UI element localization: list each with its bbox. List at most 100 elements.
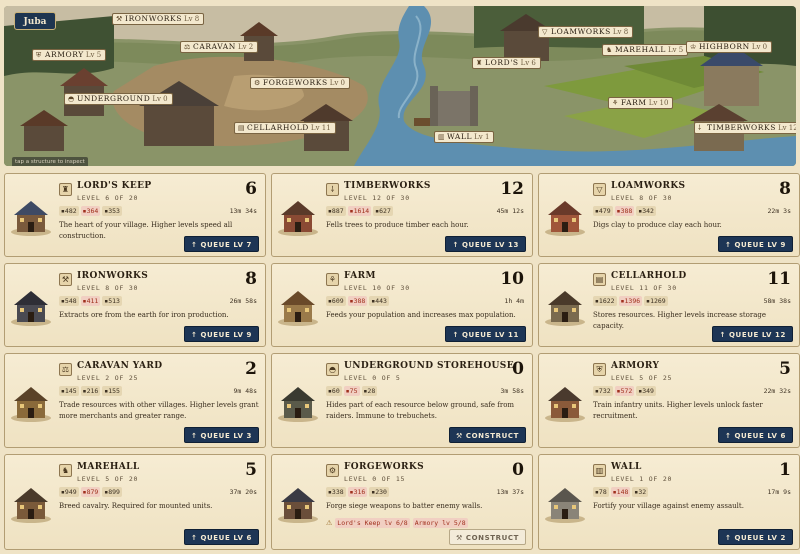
building-level-number: 6: [245, 179, 257, 199]
queue-upgrade-button[interactable]: ↑ QUEUE LV 13: [445, 236, 526, 252]
building-level-number: 0: [512, 359, 524, 379]
construct-button[interactable]: ⚒ CONSTRUCT: [448, 427, 526, 443]
building-level-number: 1: [779, 460, 791, 480]
map-label-level: Lv 8: [612, 28, 629, 36]
building-level-text: LEVEL 11 OF 30: [611, 284, 677, 292]
map-label-underground[interactable]: ◓ UNDERGROUND Lv 0: [64, 93, 173, 105]
building-level-number: 0: [512, 460, 524, 480]
queue-upgrade-button[interactable]: ↑ QUEUE LV 11: [445, 326, 526, 342]
map-label-level: Lv 5: [667, 46, 684, 54]
building-card-lords-keep[interactable]: ♜ LORD'S KEEP LEVEL 6 OF 20 6 ▪482 ▪364 ▪3…: [4, 173, 266, 257]
queue-upgrade-button[interactable]: ↑ QUEUE LV 2: [717, 529, 793, 545]
building-name: FORGEWORKS: [344, 462, 425, 472]
construct-button[interactable]: ⚒ CONSTRUCT: [448, 529, 526, 545]
queue-upgrade-button[interactable]: ↑ QUEUE LV 9: [183, 326, 259, 342]
building-level-text: LEVEL 12 OF 30: [344, 194, 410, 202]
building-card-underground-storehouse[interactable]: ◓ UNDERGROUND STOREHOUSE LEVEL 0 OF 5 0 …: [271, 353, 533, 448]
requirements: ⚠ Lord's Keep lv 6/8 Armory lv 5/8: [326, 518, 468, 528]
map-label-forgeworks[interactable]: ⚙ FORGEWORKS Lv 0: [250, 77, 351, 89]
cave-icon: ◓: [68, 95, 75, 103]
map-label-name: FORGEWORKS: [263, 78, 328, 87]
building-card-forgeworks[interactable]: ⚙ FORGEWORKS LEVEL 0 OF 15 0 ▪338 ▪316 ▪23…: [271, 454, 533, 550]
map-label-highborn[interactable]: ♔ HIGHBORN Lv 0: [686, 41, 773, 53]
queue-upgrade-button[interactable]: ↑ QUEUE LV 3: [183, 427, 259, 443]
building-level-text: LEVEL 0 OF 5: [344, 374, 401, 382]
map-label-cellarhold[interactable]: ▤ CELLARHOLD Lv 11: [234, 122, 336, 134]
upgrade-time: 17m 9s: [767, 488, 791, 496]
map-label-timberworks[interactable]: ⸸ TIMBERWORKS Lv 12: [694, 122, 796, 134]
village-name-badge[interactable]: Juba: [14, 12, 56, 30]
queue-upgrade-button[interactable]: ↑ QUEUE LV 6: [183, 529, 259, 545]
building-description: Trade resources with other villages. Hig…: [59, 401, 259, 420]
map-label-loamworks[interactable]: ▽ LOAMWORKS Lv 8: [538, 26, 634, 38]
building-illustration: [278, 387, 318, 422]
resource-cost: ▪349: [636, 386, 656, 396]
resource-cost: ▪28: [361, 386, 378, 396]
map-label-wall[interactable]: ▥ WALL Lv 1: [434, 131, 495, 143]
map-label-farm[interactable]: ⚘ FARM Lv 10: [608, 97, 674, 109]
building-card-ironworks[interactable]: ⚒ IRONWORKS LEVEL 8 OF 30 8 ▪548 ▪411 ▪513…: [4, 263, 266, 347]
map-label-lords[interactable]: ♜ LORD'S Lv 6: [472, 57, 541, 69]
resource-cost: ▪1622: [593, 296, 617, 306]
building-name: MAREHALL: [77, 462, 140, 472]
resource-cost: ▪148: [610, 487, 631, 497]
building-description: Hides part of each resource below ground…: [326, 401, 515, 420]
map-label-name: TIMBERWORKS: [707, 123, 776, 132]
building-name: TIMBERWORKS: [344, 181, 431, 191]
building-card-timberworks[interactable]: ⸸ TIMBERWORKS LEVEL 12 OF 30 12 ▪887 ▪161…: [271, 173, 533, 257]
upgrade-time: 3m 58s: [500, 387, 524, 395]
building-illustration: [278, 291, 318, 326]
requirement-tag: Armory lv 5/8: [412, 518, 468, 528]
building-card-marehall[interactable]: ♞ MAREHALL LEVEL 5 OF 20 5 ▪949 ▪879 ▪899 …: [4, 454, 266, 550]
resource-cost: ▪388: [614, 206, 635, 216]
map-label-name: IRONWORKS: [125, 14, 182, 23]
queue-upgrade-button[interactable]: ↑ QUEUE LV 6: [717, 427, 793, 443]
queue-upgrade-button[interactable]: ↑ QUEUE LV 12: [712, 326, 793, 342]
building-card-caravan-yard[interactable]: ⚖ CARAVAN YARD LEVEL 2 OF 25 2 ▪145 ▪216 ▪…: [4, 353, 266, 448]
building-card-farm[interactable]: ⚘ FARM LEVEL 10 OF 30 10 ▪609 ▪388 ▪443 1h…: [271, 263, 533, 347]
map-label-armory[interactable]: ⛨ ARMORY Lv 5: [32, 49, 107, 61]
anvil-icon: ⚒: [116, 15, 123, 23]
resource-cost: ▪216: [80, 386, 101, 396]
queue-upgrade-button[interactable]: ↑ QUEUE LV 9: [717, 236, 793, 252]
upgrade-time: 9m 48s: [233, 387, 257, 395]
upgrade-costs: ▪78 ▪148 ▪32: [593, 487, 649, 497]
map-label-caravan[interactable]: ⚖ CARAVAN Lv 2: [180, 41, 259, 53]
resource-cost: ▪482: [59, 206, 79, 216]
building-level-text: LEVEL 5 OF 25: [611, 374, 673, 382]
building-card-armory[interactable]: ⛨ ARMORY LEVEL 5 OF 25 5 ▪732 ▪572 ▪349 22…: [538, 353, 800, 448]
building-name: LOAMWORKS: [611, 181, 686, 191]
resource-cost: ▪145: [59, 386, 79, 396]
building-illustration: [11, 488, 51, 523]
catapult-icon: ⚙: [254, 79, 261, 87]
upgrade-costs: ▪609 ▪388 ▪443: [326, 296, 389, 306]
building-card-loamworks[interactable]: ▽ LOAMWORKS LEVEL 8 OF 30 8 ▪479 ▪388 ▪342…: [538, 173, 800, 257]
map-label-ironworks[interactable]: ⚒ IRONWORKS Lv 8: [112, 13, 205, 25]
axe-icon: ⸸: [326, 183, 339, 196]
village-map[interactable]: Juba ⚒ IRONWORKS Lv 8 ⛨ ARMORY Lv 5 ⚖ CARAVAN…: [4, 6, 796, 166]
building-description: Fortify your village against enemy assau…: [593, 502, 744, 510]
map-label-marehall[interactable]: ♞ MAREHALL Lv 5: [602, 44, 689, 56]
building-card-wall[interactable]: ▥ WALL LEVEL 1 OF 20 1 ▪78 ▪148 ▪32 17m 9s…: [538, 454, 800, 550]
building-level-text: LEVEL 8 OF 30: [77, 284, 139, 292]
upgrade-costs: ▪482 ▪364 ▪353: [59, 206, 122, 216]
wheat-icon: ⚘: [326, 273, 339, 286]
resource-cost: ▪75: [343, 386, 360, 396]
horse-icon: ♞: [606, 46, 613, 54]
map-label-level: Lv 11: [310, 124, 331, 132]
building-card-cellarhold[interactable]: ▤ CELLARHOLD LEVEL 11 OF 30 11 ▪1622 ▪139…: [538, 263, 800, 347]
resource-cost: ▪879: [80, 487, 101, 497]
building-description: Feeds your population and increases max …: [326, 311, 516, 319]
resource-cost: ▪443: [369, 296, 389, 306]
wall-icon: ▥: [593, 464, 606, 477]
upgrade-time: 13m 37s: [496, 488, 524, 496]
upgrade-time: 45m 12s: [496, 207, 524, 215]
map-label-name: LOAMWORKS: [551, 27, 611, 36]
wheat-icon: ⚘: [612, 99, 619, 107]
resource-cost: ▪32: [632, 487, 649, 497]
upgrade-time: 22m 3s: [767, 207, 791, 215]
building-level-text: LEVEL 6 OF 20: [77, 194, 139, 202]
upgrade-time: 22m 32s: [763, 387, 791, 395]
queue-upgrade-button[interactable]: ↑ QUEUE LV 7: [183, 236, 259, 252]
building-level-number: 10: [500, 269, 524, 289]
